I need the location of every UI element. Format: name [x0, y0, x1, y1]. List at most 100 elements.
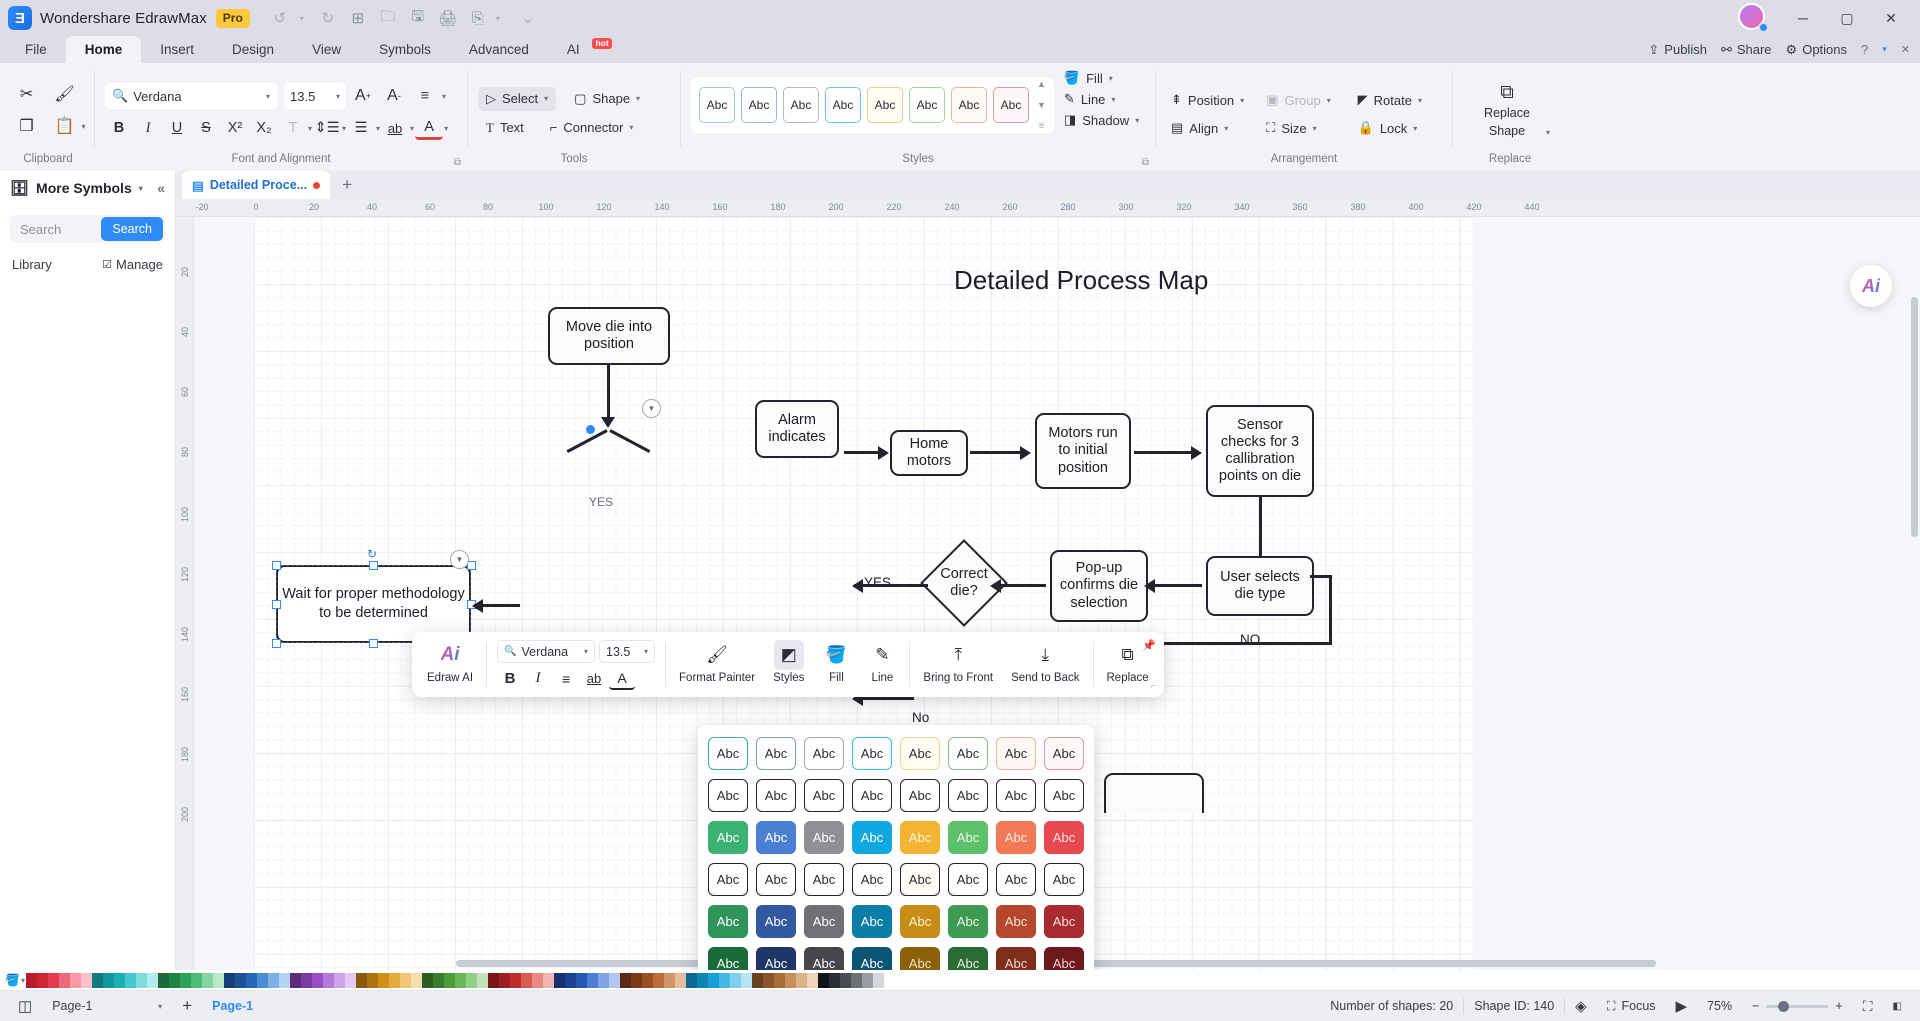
palette-swatch[interactable]: Abc	[996, 905, 1036, 938]
palette-swatch[interactable]: Abc	[756, 821, 796, 854]
bold-button[interactable]: B	[105, 114, 133, 142]
color-chip[interactable]	[829, 972, 840, 988]
shrink-font-button[interactable]: A-	[380, 82, 408, 110]
color-chip[interactable]	[235, 972, 246, 988]
font-family-input[interactable]: 🔍 Verdana ▾	[105, 83, 277, 109]
page-view-toggle[interactable]: ◫	[8, 991, 42, 1021]
color-chip[interactable]	[466, 972, 477, 988]
color-chip[interactable]	[664, 972, 675, 988]
redo-icon[interactable]: ↻	[314, 5, 342, 31]
style-swatch[interactable]: Abc	[741, 87, 777, 123]
floating-align-button[interactable]: ≡	[553, 666, 579, 691]
font-color-button[interactable]: A	[415, 116, 444, 140]
diagram-canvas[interactable]: Detailed Process Map Move die into posit…	[194, 217, 1920, 970]
publish-button[interactable]: ⇪ Publish	[1648, 42, 1707, 58]
paragraph-align-button[interactable]: ≡	[411, 82, 439, 110]
presentation-button[interactable]: ▶	[1666, 991, 1698, 1021]
vertical-ruler[interactable]: 20 40 60 80 100 120 140 160 180 200	[176, 217, 194, 970]
help-icon[interactable]: ?	[1861, 42, 1868, 57]
shape-action-dropdown-icon[interactable]: ▼	[642, 399, 661, 418]
node-user-selects[interactable]: User selects die type	[1206, 556, 1314, 616]
color-chip[interactable]	[103, 972, 114, 988]
palette-swatch[interactable]: Abc	[900, 905, 940, 938]
color-chip[interactable]	[620, 972, 631, 988]
palette-swatch[interactable]: Abc	[948, 905, 988, 938]
color-chip[interactable]	[367, 972, 378, 988]
floating-send-to-back-button[interactable]: ⤓ Send to Back	[1002, 640, 1088, 691]
color-chip[interactable]	[576, 972, 587, 988]
connector-line[interactable]	[609, 429, 651, 453]
color-chip[interactable]	[510, 972, 521, 988]
style-swatch[interactable]: Abc	[909, 87, 945, 123]
select-caret-icon[interactable]: ▾	[544, 94, 548, 103]
connector-line[interactable]	[607, 365, 610, 422]
new-icon[interactable]: ⊞	[344, 5, 372, 31]
font-size-caret-icon[interactable]: ▾	[336, 92, 340, 101]
tab-home[interactable]: Home	[65, 36, 142, 63]
floating-font-family-input[interactable]: 🔍 Verdana ▾	[497, 640, 596, 663]
node-lower-partial[interactable]	[1104, 773, 1204, 813]
node-alarm[interactable]: Alarm indicates	[755, 400, 839, 458]
node-move-die[interactable]: Move die into position	[548, 307, 670, 365]
color-chip[interactable]	[521, 972, 532, 988]
more-icon[interactable]: ⌄	[514, 5, 542, 31]
shape-caret-icon[interactable]: ▾	[636, 94, 640, 103]
floating-fill-button[interactable]: 🪣 Fill	[813, 640, 859, 691]
page-tab-button[interactable]: Page-1	[202, 991, 263, 1021]
rotate-button[interactable]: ◤ Rotate ▾	[1353, 89, 1442, 111]
color-chip[interactable]	[653, 972, 664, 988]
color-chip[interactable]	[444, 972, 455, 988]
color-chip[interactable]	[873, 972, 884, 988]
text-effect-button[interactable]: T	[279, 114, 307, 142]
gallery-expand-icon[interactable]: ⩸	[1039, 120, 1044, 131]
tab-view[interactable]: View	[293, 36, 360, 63]
focus-button[interactable]: ⛶ Focus	[1597, 991, 1666, 1021]
color-chip[interactable]	[565, 972, 576, 988]
select-tool-button[interactable]: ▷ Select ▾	[478, 86, 557, 111]
style-swatch[interactable]: Abc	[951, 87, 987, 123]
avatar[interactable]	[1738, 3, 1769, 33]
connector-line[interactable]	[1259, 497, 1262, 565]
floating-bring-to-front-button[interactable]: ⤒ Bring to Front	[914, 640, 1002, 691]
tab-insert[interactable]: Insert	[141, 36, 213, 63]
fill-caret-icon[interactable]: ▾	[1109, 74, 1113, 83]
size-button[interactable]: ⛶ Size ▾	[1261, 117, 1350, 139]
export-caret-icon[interactable]: ▾	[484, 5, 512, 31]
edge-label-yes-mid[interactable]: YES	[589, 495, 613, 509]
color-chip[interactable]	[818, 972, 829, 988]
color-chips[interactable]	[26, 972, 1920, 988]
resize-handle[interactable]	[272, 561, 281, 570]
color-chip[interactable]	[147, 972, 158, 988]
color-chip[interactable]	[312, 972, 323, 988]
color-chip[interactable]	[598, 972, 609, 988]
palette-swatch[interactable]: Abc	[996, 737, 1036, 770]
resize-grip-icon[interactable]: ⌐	[1151, 681, 1157, 692]
floating-styles-button[interactable]: ◩ Styles	[764, 640, 813, 691]
floating-line-button[interactable]: ✎ Line	[859, 640, 905, 691]
shadow-button[interactable]: ◨ Shadow ▾	[1060, 111, 1143, 129]
color-chip[interactable]	[180, 972, 191, 988]
connector-caret-icon[interactable]: ▾	[629, 123, 633, 132]
zoom-knob[interactable]	[1778, 1000, 1790, 1012]
color-chip[interactable]	[488, 972, 499, 988]
palette-swatch[interactable]: Abc	[804, 863, 844, 896]
chevron-down-icon[interactable]: ▾	[584, 647, 588, 656]
color-chip[interactable]	[840, 972, 851, 988]
palette-swatch[interactable]: Abc	[948, 863, 988, 896]
shape-action-dropdown-icon[interactable]: ▼	[450, 550, 469, 569]
color-chip[interactable]	[323, 972, 334, 988]
color-chip[interactable]	[70, 972, 81, 988]
resize-handle[interactable]	[272, 639, 281, 648]
palette-swatch[interactable]: Abc	[708, 905, 748, 938]
undo-caret-icon[interactable]: ▾	[288, 5, 316, 31]
connector-line[interactable]	[1310, 575, 1332, 578]
gallery-scroll[interactable]: ▲ ▼ ⩸	[1037, 79, 1046, 131]
italic-button[interactable]: I	[134, 114, 162, 142]
color-chip[interactable]	[81, 972, 92, 988]
connector-line[interactable]	[1000, 584, 1046, 587]
connector-line[interactable]	[970, 451, 1022, 454]
floating-bold-button[interactable]: B	[497, 666, 523, 691]
color-chip[interactable]	[411, 972, 422, 988]
color-chip[interactable]	[433, 972, 444, 988]
align-button[interactable]: ▤ Align ▾	[1166, 117, 1259, 139]
